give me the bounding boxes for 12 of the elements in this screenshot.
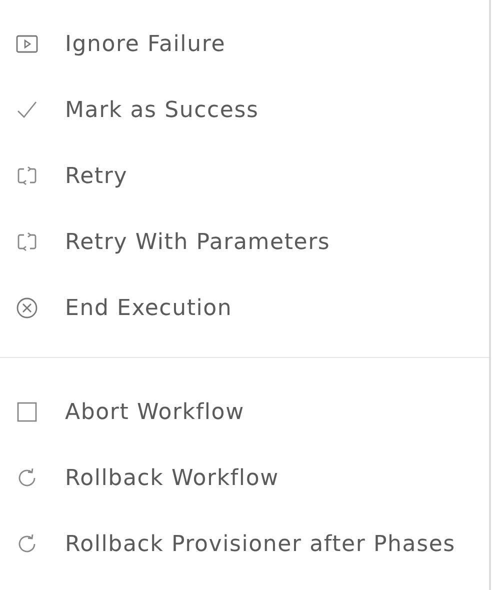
retry-icon — [15, 230, 39, 254]
menu-item[interactable]: End Execution — [0, 275, 489, 341]
retry-icon — [15, 164, 39, 188]
menu-item[interactable]: Rollback Provisioner after Phases — [0, 511, 489, 577]
menu-item[interactable]: Ignore Failure — [0, 11, 489, 77]
menu-item[interactable]: Mark as Success — [0, 77, 489, 143]
cancel-icon — [15, 296, 39, 320]
square-icon — [15, 400, 39, 424]
menu-item[interactable]: Rollback Workflow — [0, 445, 489, 511]
menu-item[interactable]: Abort Workflow — [0, 379, 489, 445]
menu-item[interactable]: Retry With Parameters — [0, 209, 489, 275]
menu-item[interactable]: Retry — [0, 143, 489, 209]
